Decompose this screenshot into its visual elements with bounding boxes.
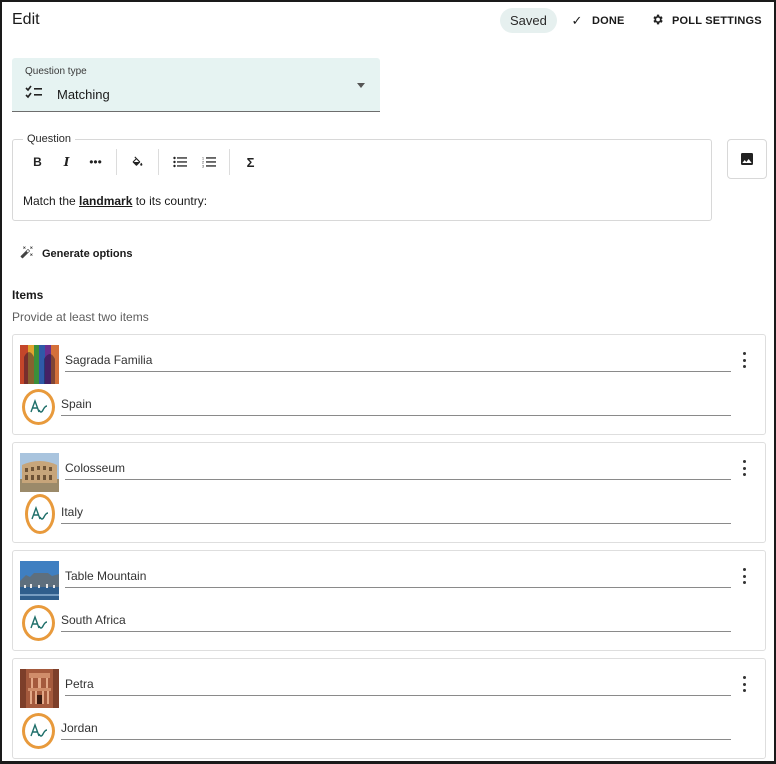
question-type-select[interactable]: Question type Matching <box>12 58 380 112</box>
poll-settings-button[interactable]: POLL SETTINGS <box>650 8 762 33</box>
poll-settings-label: POLL SETTINGS <box>672 14 762 27</box>
item-match-input[interactable]: South Africa <box>61 613 731 632</box>
numbered-list-button[interactable]: 123 <box>194 152 223 172</box>
match-answer-icon <box>25 494 55 534</box>
item-card: Petra Jordan <box>12 658 766 759</box>
bulleted-list-button[interactable] <box>165 152 194 172</box>
question-legend: Question <box>23 133 76 145</box>
item-match-input[interactable]: Italy <box>61 505 731 524</box>
question-editor[interactable]: Question B I ••• 123 Σ Match the landmar… <box>12 133 712 221</box>
match-answer-icon <box>22 389 55 425</box>
svg-text:3: 3 <box>202 165 204 169</box>
paint-bucket-icon <box>132 156 143 166</box>
match-answer-icon <box>22 605 55 641</box>
item-thumbnail <box>20 669 59 708</box>
more-options-button[interactable]: ••• <box>81 152 110 172</box>
item-thumbnail <box>20 561 59 600</box>
items-hint: Provide at least two items <box>12 310 149 324</box>
image-icon <box>741 153 753 165</box>
page-title: Edit <box>12 11 40 28</box>
editor-header: Edit Saved ✓ DONE POLL SETTINGS <box>12 8 764 34</box>
dropdown-caret-icon <box>357 83 365 88</box>
bulleted-list-icon <box>172 156 187 168</box>
item-match-input[interactable]: Jordan <box>61 721 731 740</box>
more-vert-icon[interactable] <box>741 352 747 368</box>
gear-icon <box>650 13 664 29</box>
generate-options-button[interactable]: Generate options <box>20 245 132 262</box>
checklist-icon <box>25 85 43 102</box>
question-text-after: to its country: <box>132 194 208 208</box>
question-keyword: landmark <box>79 194 133 208</box>
bold-button[interactable]: B <box>23 152 52 172</box>
question-type-value: Matching <box>57 87 110 102</box>
item-thumbnail <box>20 345 59 384</box>
poll-editor-window: Edit Saved ✓ DONE POLL SETTINGS Question… <box>0 0 776 764</box>
generate-options-label: Generate options <box>42 247 133 260</box>
item-card: Colosseum Italy <box>12 442 766 543</box>
numbered-list-icon: 123 <box>202 157 216 169</box>
more-vert-icon[interactable] <box>741 676 747 692</box>
equation-button[interactable]: Σ <box>236 152 265 172</box>
toolbar-divider <box>229 149 230 175</box>
magic-wand-icon <box>20 245 34 262</box>
more-vert-icon[interactable] <box>741 568 747 584</box>
done-button[interactable]: ✓ DONE <box>570 8 625 33</box>
add-image-button[interactable] <box>727 139 767 179</box>
question-text[interactable]: Match the landmark to its country: <box>23 194 207 208</box>
item-term-input[interactable]: Colosseum <box>65 461 731 480</box>
question-text-before: Match the <box>23 194 80 208</box>
item-card: Sagrada Familia Spain <box>12 334 766 435</box>
question-type-label: Question type <box>25 66 87 77</box>
item-match-input[interactable]: Spain <box>61 397 731 416</box>
item-term-input[interactable]: Table Mountain <box>65 569 731 588</box>
toolbar-divider <box>116 149 117 175</box>
item-thumbnail <box>20 453 59 492</box>
item-term-input[interactable]: Petra <box>65 677 731 696</box>
formatting-toolbar: B I ••• 123 Σ <box>23 149 265 175</box>
saved-status-badge: Saved <box>500 8 557 33</box>
highlight-color-button[interactable] <box>123 152 152 172</box>
check-icon: ✓ <box>571 12 583 28</box>
match-answer-icon <box>22 713 55 749</box>
items-title: Items <box>12 288 44 302</box>
more-vert-icon[interactable] <box>741 460 747 476</box>
toolbar-divider <box>158 149 159 175</box>
italic-button[interactable]: I <box>52 152 81 172</box>
item-term-input[interactable]: Sagrada Familia <box>65 353 731 372</box>
done-label: DONE <box>592 14 625 27</box>
item-card: Table Mountain South Africa <box>12 550 766 651</box>
